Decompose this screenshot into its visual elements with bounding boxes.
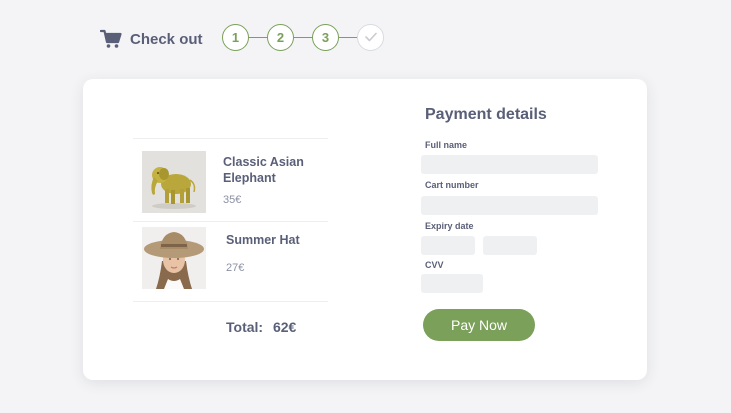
total-label: Total: xyxy=(226,319,264,335)
cvv-input[interactable] xyxy=(421,274,483,293)
step-complete[interactable] xyxy=(357,24,384,51)
payment-title: Payment details xyxy=(425,106,547,123)
card-number-label: Cart number xyxy=(425,180,479,190)
cart-icon xyxy=(100,29,122,49)
divider xyxy=(133,221,328,222)
checkout-stepper: 1 2 3 xyxy=(222,24,384,51)
hat-thumbnail xyxy=(142,227,206,289)
cvv-label: CVV xyxy=(425,260,444,270)
step-3[interactable]: 3 xyxy=(312,24,339,51)
checkout-header: Check out xyxy=(100,23,203,55)
page-title: Check out xyxy=(130,30,203,48)
expiry-month-input[interactable] xyxy=(421,236,475,255)
divider xyxy=(133,301,328,302)
checkout-card: Classic Asian Elephant 35€ Summer Hat 27… xyxy=(83,79,647,380)
total-amount: 62€ xyxy=(272,319,297,335)
step-connector xyxy=(294,36,312,39)
step-connector xyxy=(339,36,357,39)
product-price: 35€ xyxy=(223,194,242,206)
full-name-input[interactable] xyxy=(421,155,598,174)
card-number-input[interactable] xyxy=(421,196,598,215)
step-2[interactable]: 2 xyxy=(267,24,294,51)
order-total: Total: 62€ xyxy=(226,319,296,335)
divider xyxy=(133,138,328,139)
checkmark-icon xyxy=(364,30,377,45)
expiry-date-label: Expiry date xyxy=(425,221,474,231)
full-name-label: Full name xyxy=(425,140,468,150)
product-name: Summer Hat xyxy=(226,233,300,247)
product-name: Classic Asian Elephant xyxy=(223,155,304,185)
pay-now-button[interactable]: Pay Now xyxy=(423,309,535,341)
step-connector xyxy=(249,36,267,39)
product-price: 27€ xyxy=(226,262,245,274)
step-1[interactable]: 1 xyxy=(222,24,249,51)
expiry-year-input[interactable] xyxy=(483,236,537,255)
elephant-thumbnail xyxy=(142,151,206,213)
